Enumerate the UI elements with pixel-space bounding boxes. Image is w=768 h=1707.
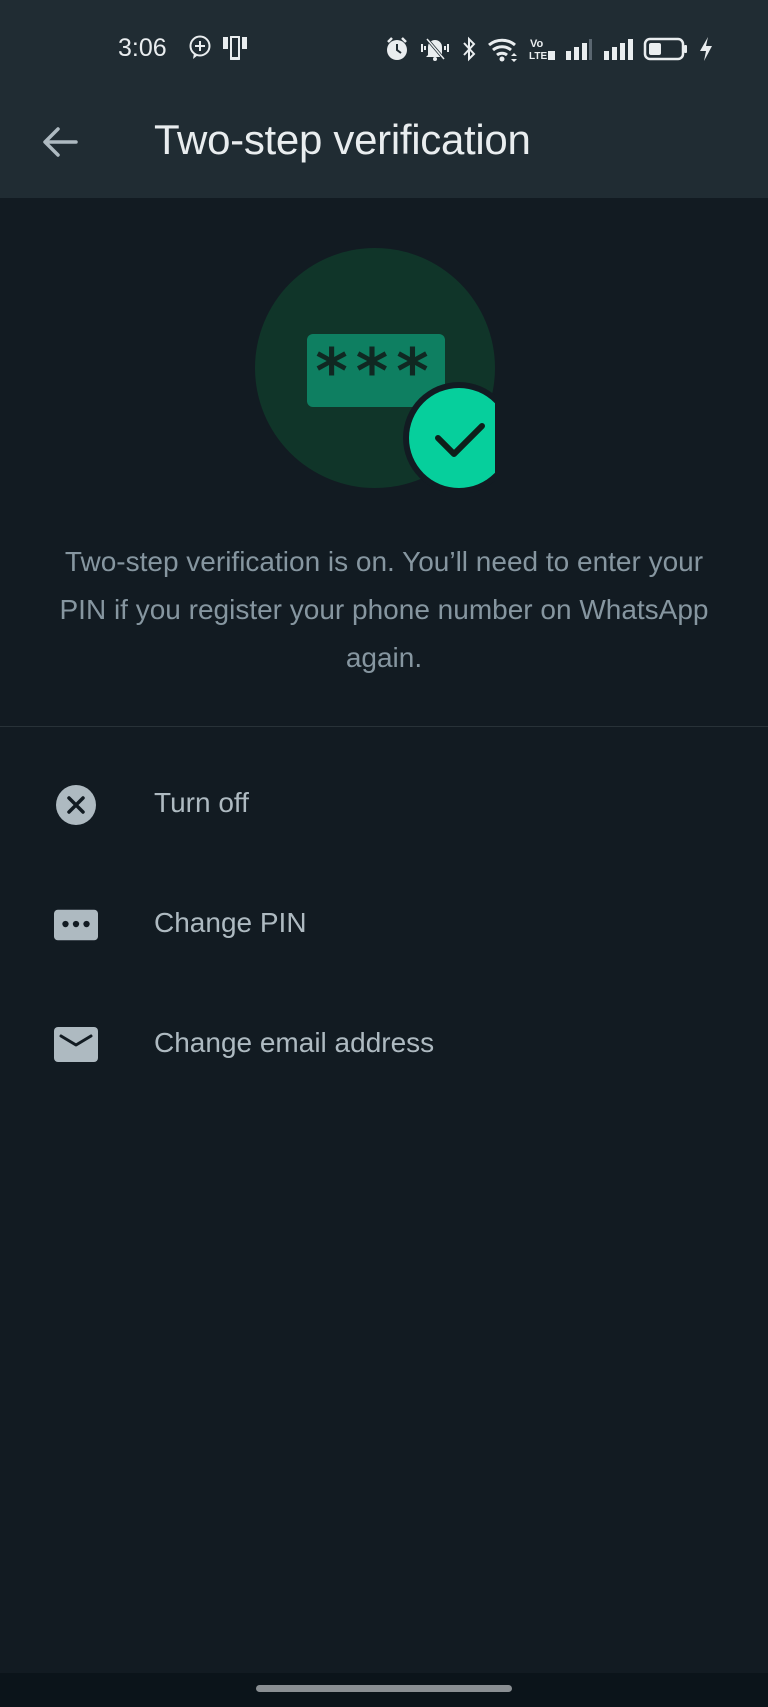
menu-item-label: Turn off [154, 787, 249, 818]
svg-text:Vo: Vo [530, 38, 544, 50]
menu-item-label: Change PIN [154, 907, 307, 938]
options-list: Turn off Change PIN Change email address [0, 745, 768, 1105]
signal-sim1-icon [565, 37, 593, 66]
two-step-illustration: *** [255, 248, 515, 494]
back-button[interactable] [36, 120, 84, 168]
email-icon [54, 1025, 98, 1065]
charging-bolt-icon [699, 36, 713, 67]
change-pin-option[interactable]: Change PIN [0, 865, 768, 985]
pin-mask: *** [315, 335, 436, 408]
volte2-icon: Vo LTE [529, 36, 555, 67]
home-gesture-handle[interactable] [256, 1685, 512, 1692]
turn-off-option[interactable]: Turn off [0, 745, 768, 865]
divider [0, 726, 768, 727]
gesture-nav-bar [0, 1673, 768, 1707]
status-time: 3:06 [118, 34, 167, 62]
svg-text:LTE: LTE [529, 51, 547, 62]
menu-item-label: Change email address [154, 1027, 435, 1058]
screen-cast-icon [222, 34, 248, 67]
wifi-icon [487, 36, 519, 67]
change-email-option[interactable]: Change email address [0, 985, 768, 1105]
signal-sim2-icon [603, 37, 633, 66]
arrow-back-icon [40, 122, 80, 167]
page-title: Two-step verification [154, 116, 531, 163]
cancel-circle-icon [54, 785, 98, 825]
battery-icon [643, 37, 689, 66]
bluetooth-icon [461, 36, 477, 67]
app-bar: Two-step verification [0, 90, 768, 198]
whatsapp-bubble-icon [188, 34, 212, 67]
vibrate-mute-icon [419, 36, 451, 67]
alarm-icon [385, 36, 409, 67]
pin-dots-icon [54, 905, 98, 945]
status-bar: 3:06 Vo LTE [0, 0, 768, 90]
status-description: Two-step verification is on. You’ll need… [59, 546, 709, 673]
